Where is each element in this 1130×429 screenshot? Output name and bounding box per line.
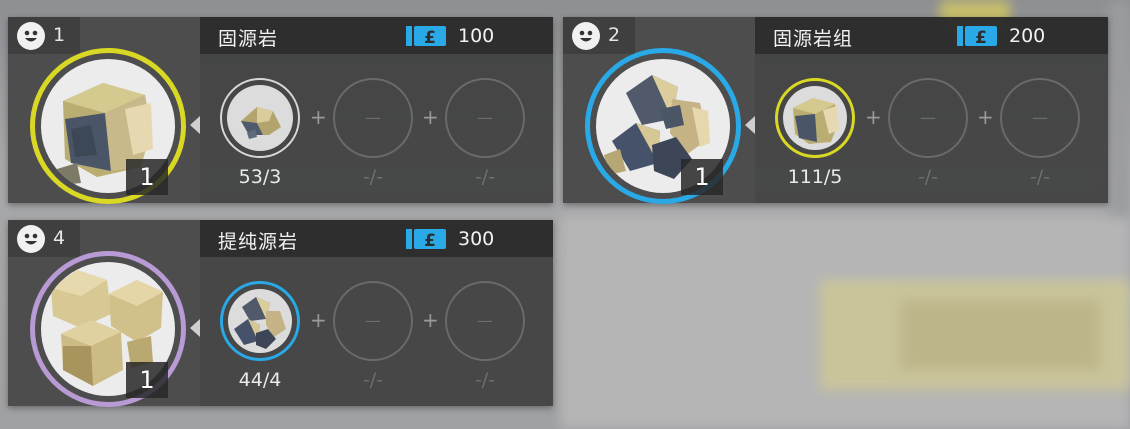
ingredient-quantity: -/- [474, 166, 496, 188]
arrow-left-icon [745, 116, 755, 134]
background-blur [900, 300, 1100, 370]
plus-sign: + [310, 105, 327, 129]
smiley-icon [17, 225, 45, 253]
arrow-left-icon [190, 319, 200, 337]
product-panel: 4 1 [8, 220, 200, 407]
item-title: 固源岩 [218, 28, 279, 50]
svg-text:£: £ [975, 28, 987, 48]
product-panel: 1 1 [8, 17, 200, 204]
svg-text:£: £ [424, 28, 436, 48]
ingredient-slot[interactable] [220, 78, 300, 158]
card-header: 提纯源岩 £ 300 [200, 220, 553, 257]
ingredient-quantity: -/- [362, 166, 384, 188]
ingredient-slot-empty[interactable]: — [333, 78, 413, 158]
ingredient-quantity: -/- [474, 369, 496, 391]
orirock-chunk-icon [241, 107, 281, 139]
product-count: 1 [681, 159, 723, 195]
ingredient-slot-empty[interactable]: — [445, 78, 525, 158]
tier-number: 1 [53, 24, 66, 46]
recipe-card-tier1[interactable]: 1 1 固源岩 £ 100 + — + — 53/3 -/- -/- [8, 17, 553, 204]
ticket-icon: £ [406, 229, 446, 251]
product-count: 1 [126, 362, 168, 398]
tier-number: 4 [53, 227, 66, 249]
ingredient-slot[interactable] [775, 78, 855, 158]
ingredient-quantity: -/- [362, 369, 384, 391]
tier-tag: 2 [563, 17, 635, 54]
plus-sign: + [977, 105, 994, 129]
recipe-card-tier4[interactable]: 4 1 提纯源岩 £ 300 + — + — 44/4 -/- -/- [8, 220, 553, 407]
arrow-left-icon [190, 116, 200, 134]
ingredient-slot-empty[interactable]: — [888, 78, 968, 158]
item-title: 固源岩组 [773, 28, 854, 50]
item-title: 提纯源岩 [218, 231, 299, 253]
background-blur [1110, 0, 1130, 215]
ingredient-quantity: -/- [1029, 166, 1051, 188]
ingredient-quantity: -/- [917, 166, 939, 188]
ticket-icon: £ [957, 26, 997, 48]
ingredient-slot-empty[interactable]: — [1000, 78, 1080, 158]
product-count: 1 [126, 159, 168, 195]
card-header: 固源岩组 £ 200 [755, 17, 1108, 54]
tier-tag: 4 [8, 220, 80, 257]
tier-number: 2 [608, 24, 621, 46]
ingredient-quantity: 53/3 [238, 166, 282, 188]
tier-tag: 1 [8, 17, 80, 54]
ingredient-slot-empty[interactable]: — [333, 281, 413, 361]
card-header: 固源岩 £ 100 [200, 17, 553, 54]
smiley-icon [17, 22, 45, 50]
ingredient-quantity: 44/4 [238, 369, 282, 391]
orirock-cube-icon [793, 98, 839, 144]
product-panel: 2 1 [563, 17, 755, 204]
smiley-icon [572, 22, 600, 50]
plus-sign: + [310, 308, 327, 332]
svg-text:£: £ [424, 231, 436, 251]
plus-sign: + [422, 105, 439, 129]
plus-sign: + [865, 105, 882, 129]
ingredient-slot[interactable] [220, 281, 300, 361]
recipe-card-tier2[interactable]: 2 1 固源岩组 £ 200 + — + — 111/5 -/- -/- [563, 17, 1108, 204]
cost-value: 300 [458, 228, 495, 250]
ingredient-slot-empty[interactable]: — [445, 281, 525, 361]
ticket-icon: £ [406, 26, 446, 48]
orirock-cluster-icon [234, 297, 286, 349]
plus-sign: + [422, 308, 439, 332]
cost-value: 100 [458, 25, 495, 47]
ingredient-quantity: 111/5 [787, 166, 843, 188]
cost-value: 200 [1009, 25, 1046, 47]
